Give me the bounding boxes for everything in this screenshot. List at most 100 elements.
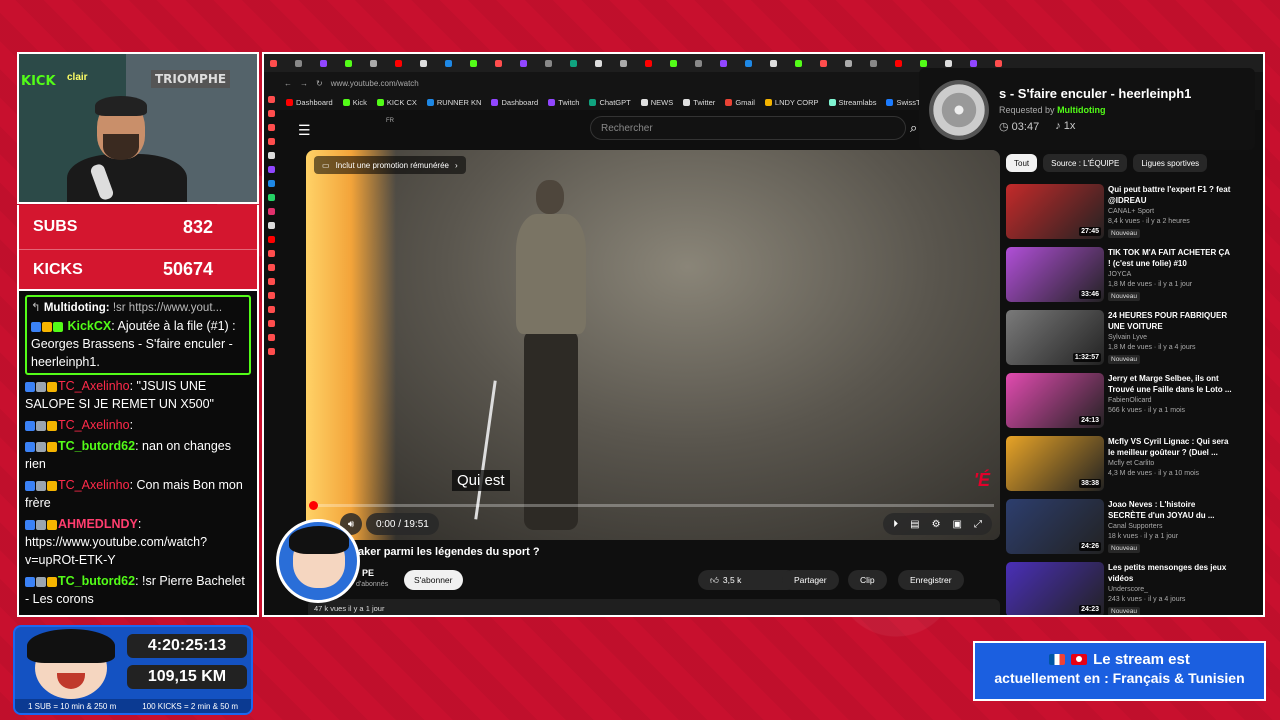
- bookmark-item[interactable]: Dashboard: [286, 98, 333, 107]
- browser-tab[interactable]: [718, 57, 740, 69]
- search-input[interactable]: Rechercher: [590, 116, 906, 140]
- filter-chip[interactable]: Ligues sportives: [1133, 154, 1208, 172]
- clip-button[interactable]: Clip: [848, 570, 887, 590]
- fullscreen-icon[interactable]: ⤢: [974, 519, 982, 530]
- browser-tab[interactable]: [668, 57, 690, 69]
- sidebar-app-icon[interactable]: [267, 138, 275, 145]
- sidebar-app-icon[interactable]: [267, 334, 275, 341]
- browser-tab[interactable]: [468, 57, 490, 69]
- forward-icon[interactable]: →: [300, 79, 308, 88]
- browser-tab[interactable]: [768, 57, 790, 69]
- browser-tab[interactable]: [818, 57, 840, 69]
- sidebar-app-icon[interactable]: [267, 110, 275, 117]
- bookmark-item[interactable]: Kick: [342, 98, 367, 107]
- video-thumbnail[interactable]: 38:38: [1006, 436, 1104, 491]
- chat-username[interactable]: KickCX: [67, 319, 111, 333]
- subtitles-icon[interactable]: ▤: [910, 519, 919, 530]
- browser-tab[interactable]: [418, 57, 440, 69]
- browser-tab[interactable]: [743, 57, 765, 69]
- browser-tab[interactable]: [343, 57, 365, 69]
- browser-tab[interactable]: [518, 57, 540, 69]
- back-icon[interactable]: ←: [284, 79, 292, 88]
- bookmark-item[interactable]: KICK CX: [376, 98, 417, 107]
- sidebar-app-icon[interactable]: [267, 348, 275, 355]
- bookmark-item[interactable]: RUNNER KN: [426, 98, 481, 107]
- recommended-video[interactable]: 24:13 Jerry et Marge Selbee, ils ont Trou…: [1006, 371, 1236, 433]
- sidebar-app-icon[interactable]: [267, 194, 275, 201]
- sidebar-app-icon[interactable]: [267, 306, 275, 313]
- sidebar-app-icon[interactable]: [267, 264, 275, 271]
- browser-tab[interactable]: [368, 57, 390, 69]
- browser-tab[interactable]: [318, 57, 340, 69]
- chat-username[interactable]: TC_Axelinho: [58, 418, 130, 432]
- sidebar-app-icon[interactable]: [267, 180, 275, 187]
- bookmark-item[interactable]: LNDY CORP: [764, 98, 819, 107]
- recommended-video[interactable]: 38:38 Mcfly VS Cyril Lignac : Qui sera le…: [1006, 434, 1236, 496]
- gear-icon[interactable]: ⚙: [932, 519, 941, 530]
- sidebar-app-icon[interactable]: [267, 320, 275, 327]
- sidebar-app-icon[interactable]: [267, 208, 275, 215]
- search-icon[interactable]: ⌕: [910, 120, 917, 136]
- browser-tab[interactable]: [868, 57, 890, 69]
- sidebar-app-icon[interactable]: [267, 124, 275, 131]
- paid-promotion-badge[interactable]: ▭ Inclut une promotion rémunérée ›: [314, 156, 466, 174]
- browser-tab[interactable]: [643, 57, 665, 69]
- video-title[interactable]: Mcfly VS Cyril Lignac : Qui sera le meil…: [1108, 436, 1232, 458]
- chat-username[interactable]: TC_butord62: [58, 574, 135, 588]
- recommended-video[interactable]: 1:32:57 24 HEURES POUR FABRIQUER UNE VOIT…: [1006, 308, 1236, 370]
- browser-tab[interactable]: [618, 57, 640, 69]
- video-title[interactable]: Les petits mensonges des jeux vidéos: [1108, 562, 1232, 584]
- bookmark-item[interactable]: Dashboard: [491, 98, 538, 107]
- recommended-video[interactable]: 24:26 Joao Neves : L'histoire SECRÈTE d'u…: [1006, 497, 1236, 559]
- recommended-video[interactable]: 33:46 TIK TOK M'A FAIT ACHETER ÇA ! (c'es…: [1006, 245, 1236, 307]
- browser-tab[interactable]: [793, 57, 815, 69]
- video-thumbnail[interactable]: 27:45: [1006, 184, 1104, 239]
- video-description[interactable]: 47 k vues il y a 1 jour: [308, 599, 1000, 615]
- video-player[interactable]: ▭ Inclut une promotion rémunérée › Qui e…: [306, 150, 1000, 540]
- progress-handle[interactable]: [309, 501, 318, 510]
- browser-tab[interactable]: [568, 57, 590, 69]
- sidebar-app-icon[interactable]: [267, 222, 275, 229]
- chat-username[interactable]: TC_Axelinho: [58, 478, 130, 492]
- video-thumbnail[interactable]: 24:13: [1006, 373, 1104, 428]
- sidebar-app-icon[interactable]: [267, 236, 275, 243]
- sidebar-app-icon[interactable]: [267, 166, 275, 173]
- video-thumbnail[interactable]: 1:32:57: [1006, 310, 1104, 365]
- bookmark-item[interactable]: Streamlabs: [828, 98, 876, 107]
- bookmark-item[interactable]: NEWS: [640, 98, 673, 107]
- filter-chip[interactable]: Source : L'ÉQUIPE: [1043, 154, 1128, 172]
- share-button[interactable]: Partager: [782, 570, 839, 590]
- filter-chip[interactable]: Tout: [1006, 154, 1038, 172]
- chat-username[interactable]: TC_butord62: [58, 439, 135, 453]
- sidebar-app-icon[interactable]: [267, 250, 275, 257]
- channel-name[interactable]: PE: [362, 568, 374, 578]
- bookmark-item[interactable]: Twitter: [683, 98, 715, 107]
- browser-tab[interactable]: [693, 57, 715, 69]
- video-thumbnail[interactable]: 33:46: [1006, 247, 1104, 302]
- video-thumbnail[interactable]: 24:23: [1006, 562, 1104, 615]
- recommended-video[interactable]: 24:23 Les petits mensonges des jeux vidéo…: [1006, 560, 1236, 615]
- menu-icon[interactable]: ☰: [298, 122, 311, 139]
- video-title[interactable]: 24 HEURES POUR FABRIQUER UNE VOITURE: [1108, 310, 1232, 332]
- sidebar-app-icon[interactable]: [267, 96, 275, 103]
- miniplayer-icon[interactable]: ▣: [953, 519, 962, 530]
- chat-username[interactable]: TC_Axelinho: [58, 379, 130, 393]
- browser-tab[interactable]: [893, 57, 915, 69]
- video-title[interactable]: Jerry et Marge Selbee, ils ont Trouvé un…: [1108, 373, 1232, 395]
- bookmark-item[interactable]: Twitch: [548, 98, 579, 107]
- video-thumbnail[interactable]: 24:26: [1006, 499, 1104, 554]
- browser-tab[interactable]: [443, 57, 465, 69]
- sidebar-app-icon[interactable]: [267, 292, 275, 299]
- save-button[interactable]: Enregistrer: [898, 570, 964, 590]
- browser-tab[interactable]: [268, 57, 290, 69]
- browser-tab[interactable]: [593, 57, 615, 69]
- recommended-video[interactable]: 27:45 Qui peut battre l'expert F1 ? feat …: [1006, 182, 1236, 244]
- bookmark-item[interactable]: ChatGPT: [589, 98, 631, 107]
- browser-tab[interactable]: [543, 57, 565, 69]
- reload-icon[interactable]: ↻: [316, 79, 323, 88]
- bookmark-item[interactable]: Gmail: [725, 98, 755, 107]
- subscribe-button[interactable]: S'abonner: [404, 570, 463, 590]
- browser-tab[interactable]: [843, 57, 865, 69]
- url-text[interactable]: www.youtube.com/watch: [331, 79, 419, 88]
- video-title[interactable]: TIK TOK M'A FAIT ACHETER ÇA ! (c'est une…: [1108, 247, 1232, 269]
